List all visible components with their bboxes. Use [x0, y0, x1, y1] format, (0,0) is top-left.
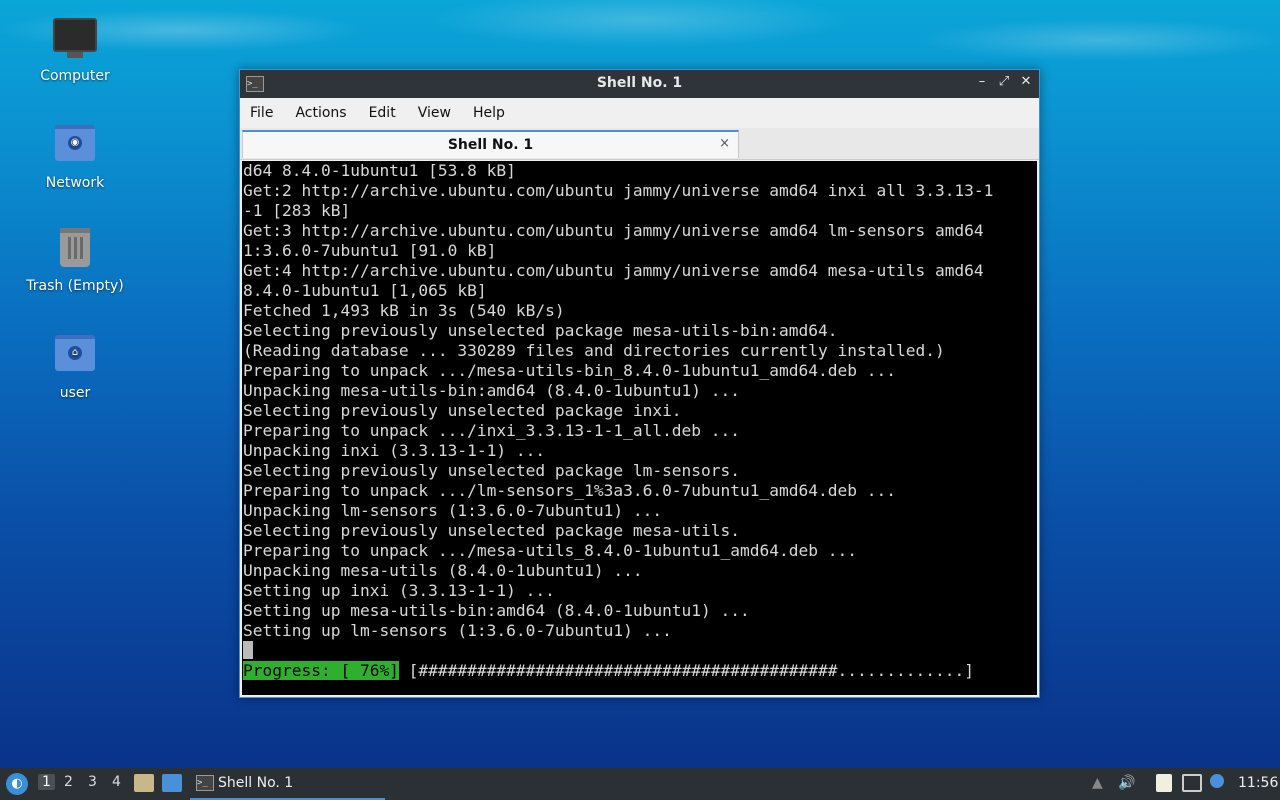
- volume-icon[interactable]: 🔊: [1118, 775, 1135, 791]
- taskbar: ◐ 1 2 3 4 >_ Shell No. 1 ▲ 🔊 11:56: [0, 768, 1280, 800]
- terminal-line: Preparing to unpack .../lm-sensors_1%3a3…: [243, 481, 896, 500]
- terminal-line: Selecting previously unselected package …: [243, 521, 741, 540]
- progress-label: Progress: [ 76%]: [243, 661, 399, 680]
- terminal-line: Selecting previously unselected package …: [243, 461, 741, 480]
- terminal-line: Unpacking mesa-utils-bin:amd64 (8.4.0-1u…: [243, 381, 741, 400]
- terminal-line: Unpacking lm-sensors (1:3.6.0-7ubuntu1) …: [243, 501, 663, 520]
- terminal-line: Setting up inxi (3.3.13-1-1) ...: [243, 581, 555, 600]
- maximize-button[interactable]: ⤢: [997, 74, 1011, 89]
- start-menu-icon[interactable]: ◐: [6, 773, 28, 795]
- workspace-4[interactable]: 4: [112, 774, 121, 790]
- desktop-icon-computer[interactable]: Computer: [20, 14, 130, 84]
- desktop-icon-label: Trash (Empty): [26, 278, 124, 294]
- taskbar-task-shell[interactable]: >_ Shell No. 1: [190, 768, 385, 800]
- menu-bar: File Actions Edit View Help: [240, 98, 1039, 128]
- progress-bar-text: [#######################################…: [398, 661, 974, 680]
- tray-arrow-icon[interactable]: ▲: [1092, 775, 1103, 791]
- clipboard-icon[interactable]: [1156, 774, 1172, 792]
- terminal-window[interactable]: >_ Shell No. 1 – ⤢ ✕ File Actions Edit V…: [239, 69, 1040, 698]
- desktop-icon-label: user: [59, 385, 91, 401]
- workspace-3[interactable]: 3: [88, 774, 97, 790]
- terminal-cursor-line: [242, 641, 1037, 661]
- terminal-line: 8.4.0-1ubuntu1 [1,065 kB]: [243, 281, 487, 300]
- menu-edit[interactable]: Edit: [369, 105, 396, 121]
- show-desktop-icon[interactable]: [162, 774, 182, 792]
- workspace-2[interactable]: 2: [64, 774, 73, 790]
- terminal-cursor: [243, 641, 253, 659]
- terminal-task-icon: >_: [196, 775, 214, 791]
- menu-actions[interactable]: Actions: [295, 105, 346, 121]
- terminal-line: (Reading database ... 330289 files and d…: [243, 341, 945, 360]
- terminal-line: Unpacking mesa-utils (8.4.0-1ubuntu1) ..…: [243, 561, 643, 580]
- terminal-line: -1 [283 kB]: [243, 201, 351, 220]
- menu-help[interactable]: Help: [473, 105, 505, 121]
- desktop-icon-trash[interactable]: Trash (Empty): [20, 224, 130, 294]
- minimize-button[interactable]: –: [975, 74, 989, 89]
- window-titlebar[interactable]: >_ Shell No. 1 – ⤢ ✕: [240, 70, 1039, 98]
- terminal-line: Get:4 http://archive.ubuntu.com/ubuntu j…: [243, 261, 984, 280]
- clock[interactable]: 11:56: [1238, 775, 1278, 791]
- trash-icon: [53, 228, 97, 272]
- window-title: Shell No. 1: [596, 75, 683, 91]
- terminal-line: d64 8.4.0-1ubuntu1 [53.8 kB]: [243, 161, 516, 180]
- terminal-line: Preparing to unpack .../mesa-utils-bin_8…: [243, 361, 896, 380]
- progress-line: Progress: [ 76%] [######################…: [242, 661, 1037, 681]
- desktop-icon-network[interactable]: ◉ Network: [20, 119, 130, 191]
- workspace-1[interactable]: 1: [38, 774, 55, 790]
- terminal-line: 1:3.6.0-7ubuntu1 [91.0 kB]: [243, 241, 497, 260]
- terminal-line: Fetched 1,493 kB in 3s (540 kB/s): [243, 301, 565, 320]
- tab-bar: Shell No. 1 ×: [240, 128, 1039, 160]
- home-folder-icon: ⌂: [53, 335, 97, 379]
- menu-file[interactable]: File: [250, 105, 273, 121]
- terminal-line: Preparing to unpack .../inxi_3.3.13-1-1_…: [243, 421, 741, 440]
- network-status-icon[interactable]: [1182, 774, 1202, 792]
- network-folder-icon: ◉: [53, 125, 97, 169]
- terminal-line: Setting up mesa-utils-bin:amd64 (8.4.0-1…: [243, 601, 750, 620]
- terminal-line: Selecting previously unselected package …: [243, 321, 838, 340]
- terminal-output[interactable]: d64 8.4.0-1ubuntu1 [53.8 kB] Get:2 http:/…: [242, 161, 1037, 695]
- task-label: Shell No. 1: [218, 775, 294, 791]
- terminal-line: Unpacking inxi (3.3.13-1-1) ...: [243, 441, 546, 460]
- terminal-line: Setting up lm-sensors (1:3.6.0-7ubuntu1)…: [243, 621, 672, 640]
- file-manager-icon[interactable]: [134, 774, 154, 792]
- terminal-line: Selecting previously unselected package …: [243, 401, 682, 420]
- update-notifier-icon[interactable]: [1210, 774, 1224, 788]
- tab-close-icon[interactable]: ×: [719, 136, 730, 151]
- terminal-line: Get:2 http://archive.ubuntu.com/ubuntu j…: [243, 181, 994, 200]
- terminal-line: Preparing to unpack .../mesa-utils_8.4.0…: [243, 541, 857, 560]
- tab-shell-1[interactable]: Shell No. 1 ×: [242, 130, 739, 158]
- close-button[interactable]: ✕: [1019, 74, 1033, 89]
- desktop-icon-label: Computer: [40, 68, 110, 84]
- desktop-icon-label: Network: [45, 175, 105, 191]
- menu-view[interactable]: View: [418, 105, 451, 121]
- desktop-icon-user[interactable]: ⌂ user: [20, 329, 130, 401]
- computer-icon: [53, 18, 97, 62]
- tab-label: Shell No. 1: [447, 137, 534, 153]
- terminal-line: Get:3 http://archive.ubuntu.com/ubuntu j…: [243, 221, 984, 240]
